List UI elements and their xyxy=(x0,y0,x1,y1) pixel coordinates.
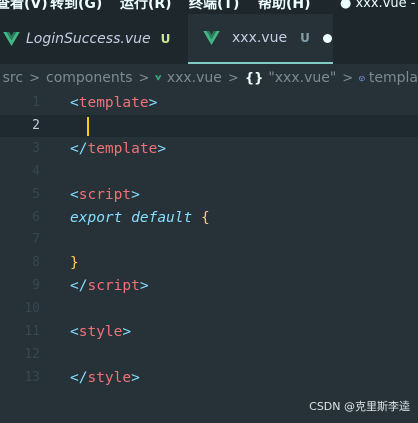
line-number: 10 xyxy=(24,301,40,317)
code-token: default xyxy=(131,209,193,226)
menu-bar: 查看(V) 转到(G) 运行(R) 终端(T) 帮助(H) ● xxx.vue … xyxy=(0,0,418,14)
code-token: </ xyxy=(70,140,88,157)
git-untracked-badge: U xyxy=(300,31,310,45)
code-token: > xyxy=(122,324,132,340)
line-number: 11 xyxy=(24,324,40,339)
git-untracked-badge: U xyxy=(160,32,171,46)
menu-help[interactable]: 帮助(H) xyxy=(258,0,311,13)
line-number: 9 xyxy=(32,278,40,294)
unsaved-dot-icon[interactable] xyxy=(322,33,332,43)
line-number: 1 xyxy=(32,95,40,110)
code-token: > xyxy=(131,369,140,386)
code-line[interactable]: 10 xyxy=(0,298,418,320)
code-line[interactable]: 7 xyxy=(0,229,418,251)
line-number: 13 xyxy=(24,369,40,385)
window-title: ● xxx.vue - xyxy=(340,0,416,11)
watermark: CSDN @克里斯李逵 xyxy=(309,400,410,413)
code-line[interactable]: 8} xyxy=(0,252,418,274)
code-token: } xyxy=(70,255,79,272)
tab-label: xxx.vue xyxy=(232,30,288,46)
code-line[interactable]: 4 xyxy=(0,161,418,183)
line-number: 7 xyxy=(32,232,40,248)
chevron-right-icon: > xyxy=(29,70,40,86)
vue-logo-icon xyxy=(3,32,20,46)
code-line[interactable]: 13 </style> xyxy=(0,367,418,389)
code-token: > xyxy=(148,95,158,111)
code-token: </ xyxy=(70,278,88,295)
line-number: 3 xyxy=(32,140,40,156)
breadcrumb-template[interactable]: templa xyxy=(369,70,418,86)
code-token: > xyxy=(131,186,140,203)
code-line[interactable]: 12 xyxy=(0,344,418,366)
code-token: </ xyxy=(70,369,88,386)
text-cursor xyxy=(87,116,89,136)
chevron-right-icon: > xyxy=(138,70,150,86)
line-number: 8 xyxy=(32,255,40,271)
code-token: style xyxy=(87,369,132,386)
code-token: template xyxy=(78,95,149,111)
code-token: < xyxy=(70,186,79,203)
breadcrumb-components[interactable]: components xyxy=(46,70,133,86)
code-token: script xyxy=(87,278,140,295)
menu-terminal[interactable]: 终端(T) xyxy=(189,0,239,13)
menu-go[interactable]: 转到(G) xyxy=(50,0,102,13)
code-editor[interactable]: 1 <template> 2 3 </template> 4 5 <script> 6 expor… xyxy=(0,92,418,423)
breadcrumb-src[interactable]: src xyxy=(3,70,23,86)
cube-icon xyxy=(359,75,365,81)
code-line[interactable]: 2 xyxy=(0,114,418,137)
code-line[interactable]: 5 <script> xyxy=(0,184,418,206)
code-token: script xyxy=(78,186,132,203)
code-text: } xyxy=(70,252,79,274)
line-number: 12 xyxy=(24,346,40,362)
code-line[interactable]: 3 </template> xyxy=(0,138,418,160)
tab-xxx-vue[interactable]: xxx.vue U xyxy=(188,14,333,64)
code-line[interactable]: 9 </script> xyxy=(0,275,418,297)
code-token: < xyxy=(70,324,79,340)
code-text: export default { xyxy=(70,207,210,229)
breadcrumb-symbol[interactable]: "xxx.vue" xyxy=(268,70,336,86)
line-number: 6 xyxy=(32,209,40,225)
vue-logo-icon xyxy=(155,75,162,81)
braces-icon: {} xyxy=(244,70,264,86)
chevron-right-icon: > xyxy=(342,70,354,86)
tab-login-success[interactable]: LoginSuccess.vue U xyxy=(0,14,188,64)
code-token: > xyxy=(139,278,149,295)
tab-label: LoginSuccess.vue xyxy=(26,31,151,47)
line-number: 2 xyxy=(32,117,40,133)
code-line[interactable]: 6 export default { xyxy=(0,207,418,229)
code-token: style xyxy=(78,324,123,340)
tab-bar-empty xyxy=(333,14,418,64)
chevron-right-icon: > xyxy=(227,70,239,86)
code-text: </script> xyxy=(70,275,149,297)
code-text: <script> xyxy=(70,184,140,206)
code-text: </template> xyxy=(70,138,166,160)
code-text: <template> xyxy=(70,92,157,114)
vue-logo-icon xyxy=(203,31,220,45)
code-token: { xyxy=(200,209,210,226)
code-line[interactable]: 1 <template> xyxy=(0,92,418,114)
code-token: < xyxy=(70,95,79,111)
breadcrumb: src > components > xxx.vue > {} "xxx.vue… xyxy=(0,64,418,92)
code-text: </style> xyxy=(70,367,140,389)
line-number: 5 xyxy=(32,186,40,202)
menu-view[interactable]: 查看(V) xyxy=(0,0,48,13)
menu-run[interactable]: 运行(R) xyxy=(120,0,172,13)
code-text: <style> xyxy=(70,321,131,343)
code-token: export xyxy=(70,209,123,226)
breadcrumb-file[interactable]: xxx.vue xyxy=(167,70,222,86)
code-token: > xyxy=(157,140,167,157)
code-token: template xyxy=(87,140,158,157)
code-line[interactable]: 11 <style> xyxy=(0,321,418,343)
line-number: 4 xyxy=(32,163,40,179)
